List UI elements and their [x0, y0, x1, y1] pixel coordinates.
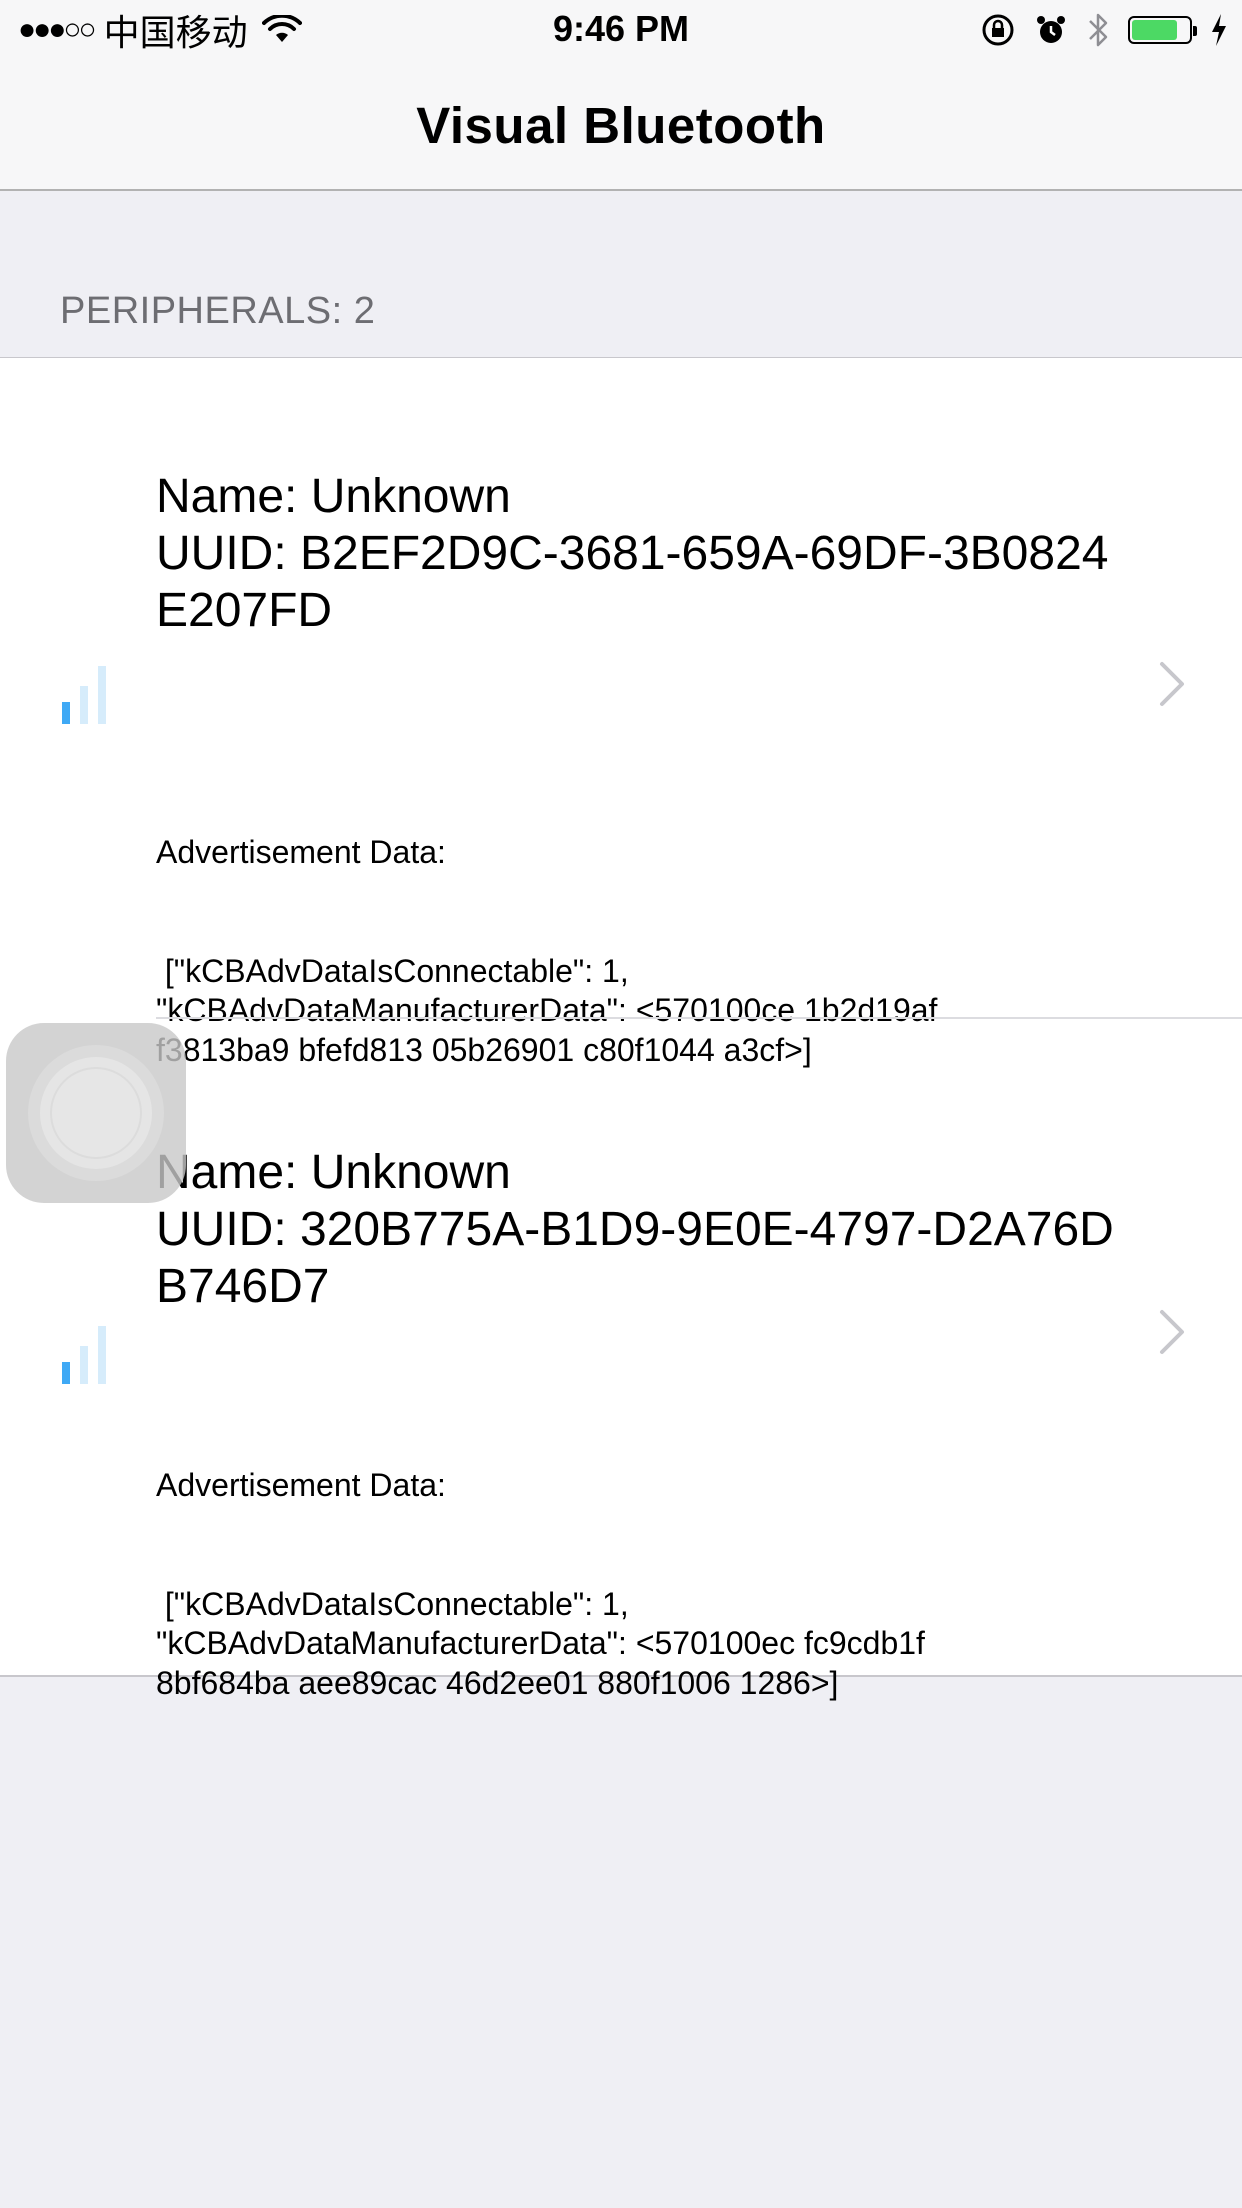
page-title: Visual Bluetooth	[416, 97, 826, 154]
battery-icon	[1128, 16, 1197, 44]
advertisement-data: ["kCBAdvDataIsConnectable": 1, "kCBAdvDa…	[156, 1585, 934, 1701]
orientation-lock-icon	[982, 14, 1014, 46]
status-right	[980, 8, 1228, 52]
peripheral-title: Name: Unknown UUID: B2EF2D9C-3681-659A-6…	[156, 468, 1136, 639]
peripherals-table: Name: Unknown UUID: B2EF2D9C-3681-659A-6…	[0, 357, 1242, 1701]
bluetooth-icon	[1089, 13, 1108, 47]
signal-strength-icon	[62, 1326, 106, 1384]
peripheral-name: Name: Unknown	[156, 470, 511, 523]
alarm-icon	[1037, 16, 1065, 43]
assistive-touch-ring	[28, 1045, 164, 1181]
peripheral-cell[interactable]: Name: Unknown UUID: 320B775A-B1D9-9E0E-4…	[0, 1018, 1242, 1701]
assistive-touch-ring-inner	[40, 1057, 152, 1169]
peripheral-title: Name: Unknown UUID: 320B775A-B1D9-9E0E-4…	[156, 1144, 1136, 1315]
battery-cap	[1193, 26, 1197, 36]
peripheral-cell[interactable]: Name: Unknown UUID: B2EF2D9C-3681-659A-6…	[0, 358, 1242, 1068]
chevron-right-icon	[1160, 662, 1184, 706]
assistive-touch-core	[50, 1067, 142, 1159]
advertisement-label: Advertisement Data:	[156, 1467, 446, 1503]
peripheral-name: Name: Unknown	[156, 1146, 511, 1199]
battery-level	[1132, 20, 1177, 40]
status-bar: ●●●○○ 中国移动 9:46 PM	[0, 0, 1242, 60]
peripheral-uuid: UUID: B2EF2D9C-3681-659A-69DF-3B0824E207…	[156, 527, 1109, 637]
charging-icon	[1212, 14, 1226, 46]
navigation-bar: Visual Bluetooth	[0, 60, 1242, 191]
signal-strength-icon	[62, 666, 106, 724]
advertisement-label: Advertisement Data:	[156, 834, 446, 870]
section-header-peripherals: PERIPHERALS: 2	[60, 290, 376, 332]
chevron-right-icon	[1160, 1310, 1184, 1354]
peripheral-advertisement: Advertisement Data: ["kCBAdvDataIsConnec…	[156, 1387, 1056, 1782]
peripheral-uuid: UUID: 320B775A-B1D9-9E0E-4797-D2A76DB746…	[156, 1203, 1114, 1313]
assistive-touch-button[interactable]	[6, 1023, 186, 1203]
